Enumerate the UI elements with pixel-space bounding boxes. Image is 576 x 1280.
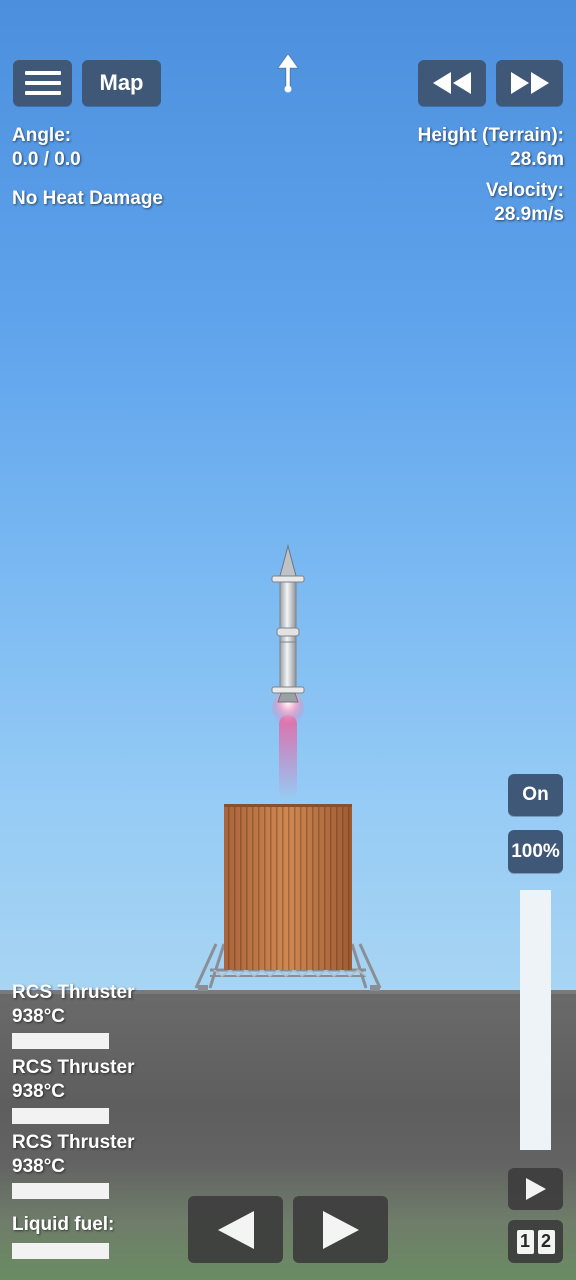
map-button[interactable]: Map	[82, 60, 161, 106]
velocity-label: Velocity:	[485, 180, 564, 201]
part-heat-bar	[12, 1033, 109, 1049]
rotate-left-icon	[217, 1210, 254, 1249]
part-heat-bar	[12, 1183, 109, 1199]
angle-label: Angle:	[12, 125, 72, 146]
velocity-value: 28.9m/s	[494, 204, 564, 225]
rocket	[271, 544, 305, 703]
rewind-button[interactable]	[418, 60, 486, 106]
liquid-fuel-bar	[12, 1243, 109, 1259]
part-temperature: 938°C	[12, 1081, 66, 1102]
part-temperature: 938°C	[12, 1006, 66, 1027]
height-label: Height (Terrain):	[417, 125, 564, 146]
part-name: RCS Thruster	[12, 982, 135, 1003]
menu-button[interactable]	[13, 60, 72, 106]
part-name: RCS Thruster	[12, 1132, 135, 1153]
heat-status: No Heat Damage	[12, 188, 163, 209]
stage-selector[interactable]: 1 2	[508, 1220, 563, 1263]
play-stage-icon	[525, 1178, 546, 1200]
liquid-fuel-label: Liquid fuel:	[12, 1214, 115, 1235]
part-temperature: 938°C	[12, 1156, 66, 1177]
throttle-percent-button[interactable]: 100%	[508, 830, 563, 873]
engine-toggle-button[interactable]: On	[508, 774, 563, 816]
play-stage-button[interactable]	[508, 1168, 563, 1210]
throttle-fill	[520, 890, 551, 1150]
fast-forward-button[interactable]	[496, 60, 563, 106]
up-arrow-icon	[277, 53, 299, 93]
throttle-slider[interactable]	[520, 890, 551, 1150]
fast-forward-icon	[510, 72, 549, 94]
part-heat-bar	[12, 1108, 109, 1124]
stage-2-badge[interactable]: 2	[537, 1229, 555, 1254]
height-value: 28.6m	[510, 149, 564, 170]
rotate-right-button[interactable]	[293, 1196, 388, 1263]
rotate-left-button[interactable]	[188, 1196, 283, 1263]
angle-value: 0.0 / 0.0	[12, 149, 81, 170]
hamburger-menu-icon	[24, 71, 61, 95]
stage-1-badge[interactable]: 1	[516, 1229, 534, 1254]
rotate-right-icon	[322, 1210, 359, 1249]
part-name: RCS Thruster	[12, 1057, 135, 1078]
rewind-icon	[433, 72, 471, 94]
